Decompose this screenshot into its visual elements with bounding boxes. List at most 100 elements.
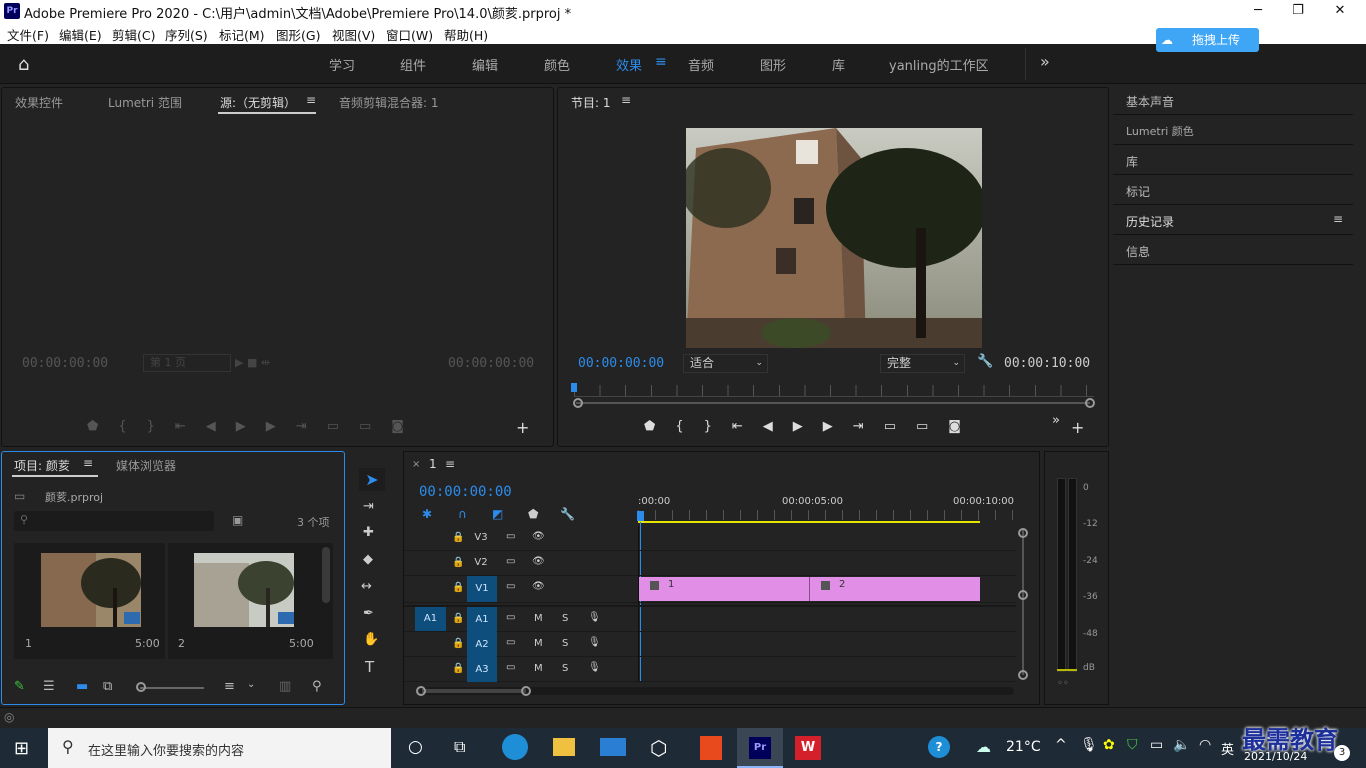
type-tool-icon[interactable]: T bbox=[365, 658, 374, 676]
filmstrip-icon[interactable]: ▭ bbox=[506, 612, 515, 623]
cortana-icon[interactable]: ○ bbox=[408, 737, 423, 757]
panel-libraries[interactable]: 库 bbox=[1113, 147, 1353, 175]
source-timecode-left[interactable]: 00:00:00:00 bbox=[22, 356, 108, 371]
clip-1[interactable]: 1 bbox=[639, 577, 810, 601]
page-select[interactable]: 第 1 页 bbox=[143, 354, 231, 372]
tray-app-icon[interactable]: ✿ bbox=[1103, 737, 1115, 753]
shield-icon[interactable]: ⛉ bbox=[1127, 737, 1138, 753]
track-label-a3[interactable]: A3 bbox=[467, 657, 497, 682]
lock-icon[interactable]: 🔒 bbox=[452, 532, 464, 543]
wifi-icon[interactable]: ◠ bbox=[1199, 737, 1211, 753]
office-icon[interactable] bbox=[700, 736, 722, 760]
tab-audio-mixer[interactable]: 音频剪辑混合器: 1 bbox=[339, 94, 439, 111]
filmstrip-icon[interactable]: ▭ bbox=[506, 556, 515, 567]
mail-icon[interactable] bbox=[600, 738, 626, 756]
time-ruler[interactable]: :00:00 00:00:05:00 00:00:10:00 bbox=[638, 496, 1018, 524]
timeline-tab[interactable]: 1 bbox=[429, 457, 437, 471]
wrench-icon[interactable]: 🔧 bbox=[560, 507, 575, 521]
zoom-slider[interactable] bbox=[140, 687, 204, 689]
hscroll-knob-left[interactable] bbox=[416, 686, 426, 696]
ripple-edit-icon[interactable]: ✚ bbox=[363, 525, 374, 540]
go-in-icon[interactable]: ⇤ bbox=[175, 419, 206, 434]
menu-view[interactable]: 视图(V) bbox=[332, 25, 375, 44]
lock-icon[interactable]: 🔒 bbox=[452, 613, 464, 624]
program-timecode[interactable]: 00:00:00:00 bbox=[578, 356, 664, 371]
lock-icon[interactable]: 🔒 bbox=[452, 638, 464, 649]
eye-icon[interactable]: 👁 bbox=[532, 581, 545, 592]
marker-icon[interactable]: ⬟ bbox=[528, 507, 538, 521]
hscroll-knob-right[interactable] bbox=[521, 686, 531, 696]
solo-button[interactable]: S bbox=[562, 638, 568, 649]
overwrite-icon[interactable]: ▭ bbox=[359, 419, 391, 434]
close-tab-icon[interactable]: × bbox=[412, 459, 420, 470]
mute-button[interactable]: M bbox=[534, 663, 543, 674]
ws-learn[interactable]: 学习 bbox=[329, 55, 355, 74]
track-label-v1[interactable]: V1 bbox=[467, 576, 497, 602]
clip-thumbnail-2[interactable]: 2 5:00 bbox=[168, 543, 333, 659]
automate-icon[interactable]: ▥ bbox=[279, 679, 291, 694]
menu-edit[interactable]: 编辑(E) bbox=[59, 25, 102, 44]
program-menu-icon[interactable]: ≡ bbox=[621, 93, 631, 107]
meter-solo-buttons[interactable]: ◦◦ bbox=[1057, 678, 1069, 689]
hscroll-thumb[interactable] bbox=[422, 689, 526, 693]
panel-menu-icon[interactable]: ≡ bbox=[1333, 212, 1343, 226]
extract-icon[interactable]: ▭ bbox=[916, 419, 948, 434]
eye-icon[interactable]: 👁 bbox=[532, 556, 545, 567]
ws-audio[interactable]: 音频 bbox=[688, 55, 714, 74]
playhead-marker[interactable] bbox=[637, 511, 644, 521]
out-point-icon[interactable]: } bbox=[704, 419, 732, 434]
filmstrip-icon[interactable]: ▭ bbox=[506, 662, 515, 673]
tab-media-browser[interactable]: 媒体浏览器 bbox=[116, 457, 176, 474]
wrench-icon[interactable]: 🔧 bbox=[977, 354, 993, 369]
panel-lumetri-color[interactable]: Lumetri 颜色 bbox=[1113, 117, 1353, 145]
play-icon[interactable]: ▶ bbox=[793, 419, 823, 434]
creative-cloud-icon[interactable]: ◎ bbox=[4, 710, 14, 724]
icon-view-icon[interactable]: ▬ bbox=[76, 679, 88, 694]
tab-lumetri-scopes[interactable]: Lumetri 范围 bbox=[108, 94, 182, 111]
lift-icon[interactable]: ▭ bbox=[884, 419, 916, 434]
step-back-icon[interactable]: ◀ bbox=[206, 419, 236, 434]
step-forward-icon[interactable]: ▶ bbox=[823, 419, 853, 434]
app-icon[interactable]: ⬡ bbox=[650, 736, 667, 760]
play-icon[interactable]: ▶ bbox=[236, 419, 266, 434]
lock-icon[interactable]: 🔒 bbox=[452, 582, 464, 593]
source-patch-a1[interactable]: A1 bbox=[415, 607, 446, 631]
help-icon[interactable]: ? bbox=[928, 736, 950, 758]
fit-select[interactable]: 适合 ⌄ bbox=[683, 354, 768, 373]
new-bin-icon[interactable]: ▣ bbox=[232, 513, 243, 527]
ws-custom[interactable]: yanling的工作区 bbox=[889, 55, 989, 74]
notification-badge[interactable]: 3 bbox=[1334, 745, 1350, 761]
track-label-a1[interactable]: A1 bbox=[467, 607, 497, 632]
list-view-icon[interactable]: ☰ bbox=[43, 679, 55, 694]
menu-window[interactable]: 窗口(W) bbox=[386, 25, 433, 44]
go-out-icon[interactable]: ⇥ bbox=[853, 419, 884, 434]
panel-info[interactable]: 信息 bbox=[1113, 237, 1353, 265]
camera-icon[interactable]: ◙ bbox=[391, 419, 424, 434]
mic-icon[interactable]: 🎙 bbox=[1080, 737, 1098, 753]
ws-effects[interactable]: 效果 bbox=[616, 55, 642, 74]
mic-icon[interactable]: 🎙 bbox=[588, 612, 601, 623]
minimize-button[interactable]: ─ bbox=[1238, 0, 1278, 22]
edge-icon[interactable] bbox=[502, 734, 528, 760]
program-ruler[interactable] bbox=[574, 385, 1094, 397]
solo-button[interactable]: S bbox=[562, 663, 568, 674]
weather-temp[interactable]: 21°C bbox=[1006, 739, 1041, 755]
scroll-handle-right[interactable] bbox=[1085, 398, 1095, 408]
page-arrows-icon[interactable]: ▶ ■ ⇹ bbox=[235, 356, 270, 369]
premiere-taskbar-icon[interactable]: Pr bbox=[737, 728, 783, 768]
filmstrip-icon[interactable]: ▭ bbox=[506, 581, 515, 592]
lock-icon[interactable]: 🔒 bbox=[452, 663, 464, 674]
track-label-a2[interactable]: A2 bbox=[467, 632, 497, 657]
filmstrip-icon[interactable]: ▭ bbox=[506, 637, 515, 648]
ws-library[interactable]: 库 bbox=[832, 55, 845, 74]
camera-icon[interactable]: ◙ bbox=[948, 419, 981, 434]
vscroll-knob-mid[interactable] bbox=[1018, 590, 1028, 600]
zoom-slider-knob[interactable] bbox=[136, 682, 146, 692]
ws-color[interactable]: 颜色 bbox=[544, 55, 570, 74]
step-back-icon[interactable]: ◀ bbox=[763, 419, 793, 434]
search-input[interactable]: ⚲ bbox=[14, 511, 214, 531]
ws-graphics[interactable]: 图形 bbox=[760, 55, 786, 74]
quality-select[interactable]: 完整 ⌄ bbox=[880, 354, 965, 373]
add-button[interactable]: + bbox=[1071, 418, 1084, 437]
menu-graphics[interactable]: 图形(G) bbox=[276, 25, 320, 44]
